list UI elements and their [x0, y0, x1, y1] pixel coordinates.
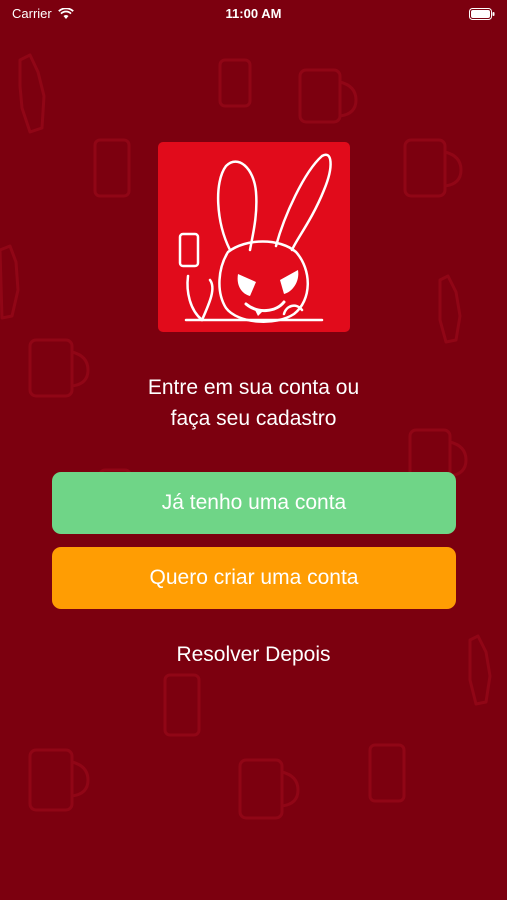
create-account-button[interactable]: Quero criar uma conta — [52, 547, 456, 609]
app-logo — [158, 142, 350, 332]
have-account-button[interactable]: Já tenho uma conta — [52, 472, 456, 534]
beer-pattern-background — [0, 53, 492, 820]
have-account-button-label: Já tenho uma conta — [161, 491, 347, 514]
status-bar: Carrier 11:00 AM — [0, 0, 507, 30]
status-time: 11:00 AM — [225, 6, 282, 21]
login-prompt-line-1: Entre em sua conta ou — [147, 376, 360, 399]
decide-later-link[interactable]: Resolver Depois — [0, 643, 507, 667]
create-account-button-label: Quero criar uma conta — [149, 566, 359, 589]
login-prompt-text: Entre em sua conta ou faça seu cadastro — [0, 372, 507, 434]
login-prompt-line-2: faça seu cadastro — [170, 407, 337, 430]
login-choice-screen: Carrier 11:00 AM Entre em sua conta ou f… — [0, 0, 507, 900]
bunny-mascot-icon — [178, 153, 332, 323]
battery-icon — [469, 8, 495, 20]
